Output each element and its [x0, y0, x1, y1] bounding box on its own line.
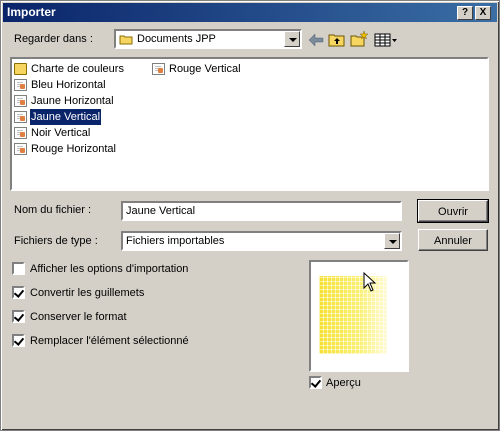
document-icon [152, 63, 165, 75]
filetype-label: Fichiers de type : [14, 235, 98, 247]
document-icon [14, 79, 27, 91]
back-arrow-icon[interactable] [306, 30, 326, 50]
close-button[interactable]: X [475, 6, 491, 20]
preview-pane [309, 260, 409, 372]
show-import-options-checkbox[interactable] [12, 262, 25, 275]
convert-quotes-checkbox[interactable] [12, 286, 25, 299]
document-icon [14, 143, 27, 155]
new-folder-icon[interactable] [349, 29, 369, 49]
replace-selected-label: Remplacer l'élément sélectionné [30, 335, 189, 347]
show-import-options-label: Afficher les options d'importation [30, 263, 189, 275]
file-list[interactable]: Charte de couleurs Bleu Horizontal Jaune… [10, 57, 489, 191]
view-menu-icon[interactable] [373, 30, 399, 50]
cancel-button[interactable]: Annuler [418, 229, 488, 251]
keep-format-checkbox[interactable] [12, 310, 25, 323]
document-icon [14, 111, 27, 123]
preview-label: Aperçu [326, 377, 361, 389]
convert-quotes-label: Convertir les guillemets [30, 287, 145, 299]
title-bar: Importer ? X [3, 3, 497, 22]
preview-checkbox[interactable] [309, 376, 322, 389]
filename-label: Nom du fichier : [14, 204, 92, 216]
folder-icon [14, 63, 27, 75]
lookin-value: Documents JPP [137, 33, 216, 45]
document-icon [14, 127, 27, 139]
lookin-label: Regarder dans : [14, 33, 93, 45]
import-dialog: Importer ? X Regarder dans : Documents J… [0, 0, 500, 431]
mouse-cursor-icon [363, 272, 377, 292]
filetype-dropdown-button[interactable] [384, 233, 400, 249]
folder-icon [119, 35, 133, 45]
keep-format-label: Conserver le format [30, 311, 127, 323]
open-button[interactable]: Ouvrir [417, 199, 489, 223]
help-button[interactable]: ? [457, 6, 473, 20]
up-folder-icon[interactable] [327, 30, 347, 50]
window-title: Importer [7, 5, 56, 19]
filename-field[interactable] [121, 201, 402, 221]
filetype-value: Fichiers importables [126, 235, 225, 247]
replace-selected-checkbox[interactable] [12, 334, 25, 347]
document-icon [14, 95, 27, 107]
filetype-combo[interactable]: Fichiers importables [121, 231, 402, 251]
lookin-dropdown-button[interactable] [284, 31, 300, 47]
lookin-combo[interactable]: Documents JPP [114, 29, 302, 49]
